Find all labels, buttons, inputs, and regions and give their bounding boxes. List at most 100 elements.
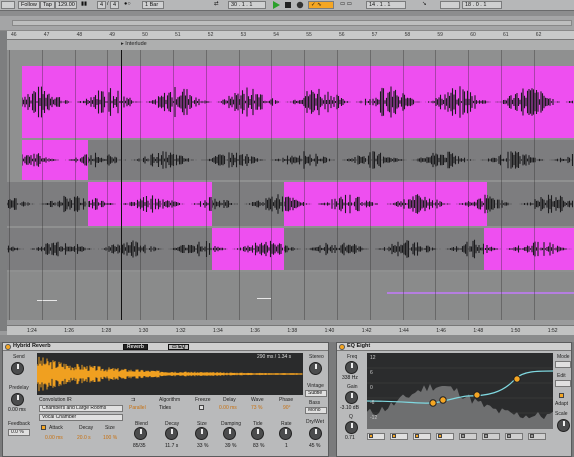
decay2-knob[interactable] [165,427,178,440]
track-lane[interactable] [7,140,574,180]
send-knob[interactable] [11,362,24,375]
tap-tempo-button[interactable]: Tap [40,1,55,9]
tab-eq[interactable]: ▭ EQ [168,344,190,350]
phase-value[interactable]: 90° [283,405,291,411]
eq-band-toggle[interactable] [482,433,500,440]
ir-name-dropdown[interactable]: Vocal Chamber [39,414,123,421]
algorithm-dropdown[interactable]: Tides [159,405,171,411]
signature-denominator[interactable]: 4 [110,1,120,9]
quantize-dropdown[interactable]: 1 Bar [142,1,164,9]
loop-length-field[interactable]: 18 . 0 . 1 [462,1,502,9]
track-lane[interactable] [7,182,574,226]
draw-mode-icon[interactable]: ↘ [420,1,429,9]
eq-band-toggle[interactable] [413,433,431,440]
audio-clip[interactable] [284,228,484,270]
q-knob[interactable] [345,421,358,434]
record-icon[interactable] [296,1,304,9]
vintage-dropdown[interactable]: Subtle [305,390,327,397]
mode-dropdown[interactable] [555,361,571,368]
freq-knob[interactable] [345,361,358,374]
automation-arm-button[interactable]: ✓ ∿ [308,1,334,9]
overview-strip[interactable] [0,16,574,31]
eq-power-icon[interactable] [339,344,345,350]
audio-clip[interactable] [22,140,88,180]
drywet-knob[interactable] [309,427,322,440]
eq-band-3-handle[interactable] [473,391,481,399]
audio-clip[interactable] [22,66,574,138]
blend-knob[interactable] [134,427,147,440]
tide-value[interactable]: 83 % [253,443,264,449]
predelay-value[interactable]: 0.00 ms [8,407,26,413]
scale-knob[interactable] [557,419,570,432]
time-ruler[interactable]: 1:24 1:26 1:28 1:30 1:32 1:34 1:36 1:38 1:40 1:42… [7,325,574,335]
rate-value[interactable]: 1 [285,443,288,449]
eq-band-1-handle[interactable] [429,399,437,407]
eq-display[interactable] [367,353,553,429]
eq-band-toggle[interactable] [436,433,454,440]
playhead[interactable] [121,50,122,320]
arrangement-loop-icon[interactable]: ⇄ [212,1,221,9]
stereo-knob[interactable] [309,362,322,375]
size2-knob[interactable] [195,427,208,440]
audio-clip[interactable] [212,182,284,226]
stop-icon[interactable] [284,1,292,9]
adapt-q-toggle[interactable] [559,393,564,398]
play-icon[interactable] [272,1,280,9]
follow-button[interactable]: Follow [18,1,40,9]
audio-clip[interactable] [212,228,284,270]
audio-clip[interactable] [284,182,487,226]
eq-band-toggle[interactable] [459,433,477,440]
attack-toggle[interactable] [41,425,46,430]
eq-band-toggle[interactable] [528,433,546,440]
song-position-field[interactable]: 30 . 1 . 1 [228,1,266,9]
audio-clip[interactable] [7,228,212,270]
q-value[interactable]: 0.71 [345,435,355,441]
loop-start-field[interactable]: 14 . 1 . 1 [366,1,406,9]
beat-time-ruler[interactable]: 46 47 48 49 50 51 52 53 54 55 56 57 58 59 60 61 62 [7,31,574,40]
metronome-icon[interactable]: ●○ [122,1,133,9]
tempo-nudge-icon[interactable]: ▮▮ [79,1,89,9]
freq-value[interactable]: 338 Hz [342,375,358,381]
reverb-title-bar[interactable]: Hybrid Reverb Reverb ▭ EQ [3,343,328,351]
arrangement-view[interactable] [7,50,574,320]
size-value[interactable]: 100 % [103,435,117,441]
automation-lane[interactable] [7,272,574,320]
track-scroll-strip[interactable] [0,31,7,331]
eq-band-toggle[interactable] [390,433,408,440]
attack-value[interactable]: 0.00 ms [45,435,63,441]
drywet-value[interactable]: 45 % [309,443,320,449]
decay2-value[interactable]: 11.7 s [165,443,178,449]
tab-reverb[interactable]: Reverb [123,344,148,350]
routing-icon[interactable]: ⇉ [131,397,135,403]
edit-dropdown[interactable] [555,380,571,387]
ir-category-dropdown[interactable]: Chambers and Large Rooms [39,405,123,412]
track-lane[interactable] [7,66,574,138]
blend-value[interactable]: 85/35 [133,443,146,449]
feedback-field[interactable]: 0.0 % [8,429,30,436]
transport-menu-button[interactable] [1,1,15,9]
predelay-knob[interactable] [11,393,24,406]
wave-value[interactable]: 73 % [251,405,262,411]
audio-clip[interactable] [484,228,574,270]
eq-band-toggle[interactable] [505,433,523,440]
eq-band-toggle[interactable] [367,433,385,440]
punch-in-icon[interactable]: ▭ ▭ [338,1,354,9]
damping-value[interactable]: 39 % [225,443,236,449]
bass-dropdown[interactable]: Mono [305,407,327,414]
freeze-toggle[interactable] [199,405,204,410]
routing-dropdown[interactable]: Parallel [129,405,146,411]
tide-knob[interactable] [251,427,264,440]
rate-knob[interactable] [279,427,292,440]
locator-strip[interactable]: ▸ Interlude [7,40,574,50]
eq-band-2-handle[interactable] [439,396,447,404]
gain-knob[interactable] [345,391,358,404]
reverb-power-icon[interactable] [5,344,11,350]
eq-band-4-handle[interactable] [513,375,521,383]
locator-interlude[interactable]: ▸ Interlude [121,41,147,47]
size2-value[interactable]: 33 % [197,443,208,449]
track-lane[interactable] [7,228,574,270]
decay-value[interactable]: 20.0 s [77,435,91,441]
delay-value[interactable]: 0.00 ms [219,405,237,411]
tempo-field[interactable]: 129.00 [55,1,77,9]
gain-value[interactable]: -3.10 dB [340,405,359,411]
